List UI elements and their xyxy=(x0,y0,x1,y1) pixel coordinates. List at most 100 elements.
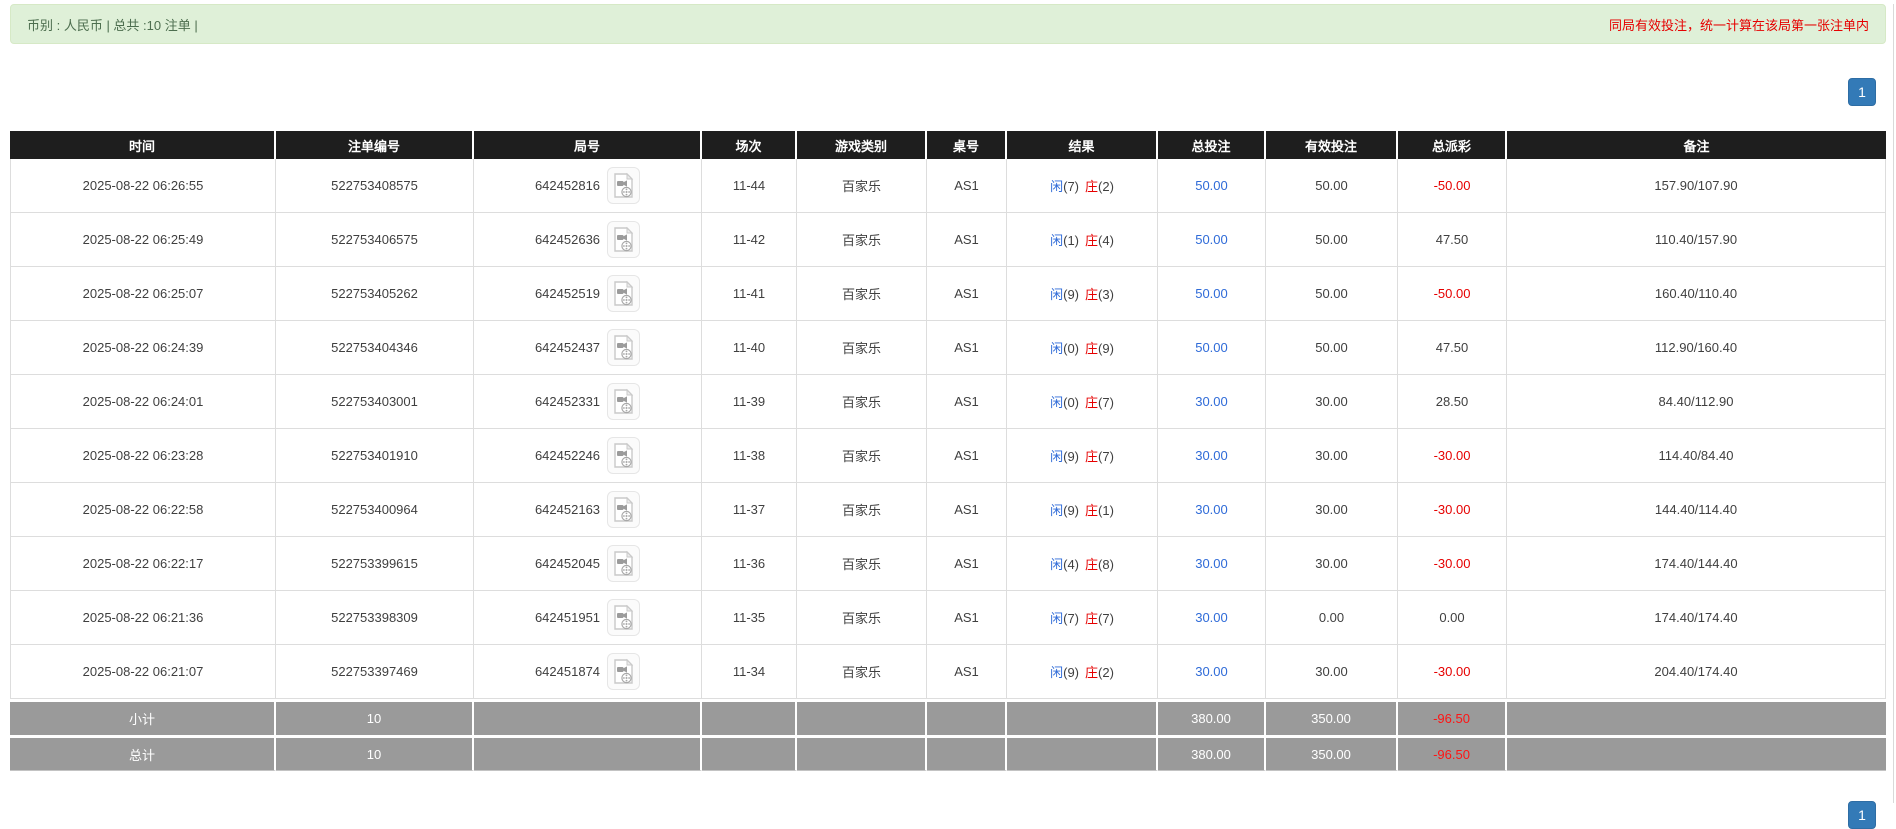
table-row: 2025-08-22 06:24:01 522753403001 6424523… xyxy=(10,375,1886,429)
valid-bet-amount: 30.00 xyxy=(1315,448,1348,463)
table-number: AS1 xyxy=(954,664,979,679)
cell-table-no: AS1 xyxy=(927,267,1007,321)
video-replay-button[interactable] xyxy=(607,545,640,582)
cell-total-bet: 30.00 xyxy=(1158,537,1266,591)
total-cell: 10 xyxy=(276,735,474,771)
table-number: AS1 xyxy=(954,340,979,355)
column-header: 局号 xyxy=(474,131,702,159)
cell-payout: -30.00 xyxy=(1398,645,1507,699)
remark-text: 174.40/144.40 xyxy=(1654,556,1737,571)
cell-time: 2025-08-22 06:21:36 xyxy=(10,591,276,645)
result-banker-label: 庄 xyxy=(1085,287,1098,302)
bet-time: 2025-08-22 06:24:01 xyxy=(83,394,204,409)
cell-table-no: AS1 xyxy=(927,591,1007,645)
cell-round-no: 642452045 xyxy=(474,537,702,591)
video-replay-button[interactable] xyxy=(607,329,640,366)
round-number: 642452246 xyxy=(535,448,600,463)
total-bet-link[interactable]: 30.00 xyxy=(1195,664,1228,679)
result-banker-label: 庄 xyxy=(1085,503,1098,518)
payout-amount: -50.00 xyxy=(1434,178,1471,193)
total-bet-link[interactable]: 30.00 xyxy=(1195,448,1228,463)
video-replay-button[interactable] xyxy=(607,167,640,204)
valid-bet-amount: 50.00 xyxy=(1315,232,1348,247)
cell-total-bet: 30.00 xyxy=(1158,483,1266,537)
bet-id: 522753403001 xyxy=(331,394,418,409)
session-number: 11-34 xyxy=(733,664,765,679)
video-replay-button[interactable] xyxy=(607,653,640,690)
result-banker-value: (4) xyxy=(1098,233,1114,248)
total-bet-link[interactable]: 50.00 xyxy=(1195,340,1228,355)
remark-text: 144.40/114.40 xyxy=(1655,502,1737,517)
cell-bet-id: 522753399615 xyxy=(276,537,474,591)
result-banker-label: 庄 xyxy=(1085,179,1098,194)
result-player-value: (1) xyxy=(1063,233,1079,248)
cell-session: 11-34 xyxy=(702,645,797,699)
table-row: 2025-08-22 06:21:36 522753398309 6424519… xyxy=(10,591,1886,645)
column-header: 备注 xyxy=(1507,131,1886,159)
page-button-1-bottom[interactable]: 1 xyxy=(1848,801,1876,829)
result-banker-value: (8) xyxy=(1098,557,1114,572)
table-number: AS1 xyxy=(954,502,979,517)
video-replay-button[interactable] xyxy=(607,599,640,636)
video-replay-icon xyxy=(610,170,637,201)
game-type: 百家乐 xyxy=(842,395,881,410)
cell-session: 11-38 xyxy=(702,429,797,483)
total-bet-link[interactable]: 30.00 xyxy=(1195,556,1228,571)
total-cell: 350.00 xyxy=(1266,735,1398,771)
cell-remark: 144.40/114.40 xyxy=(1507,483,1886,537)
video-replay-button[interactable] xyxy=(607,437,640,474)
cell-bet-id: 522753404346 xyxy=(276,321,474,375)
total-bet-link[interactable]: 50.00 xyxy=(1195,286,1228,301)
subtotal-cell: 350.00 xyxy=(1266,699,1398,735)
result-banker-value: (7) xyxy=(1098,611,1114,626)
bets-table: 时间注单编号局号场次游戏类别桌号结果总投注有效投注总派彩备注 2025-08-2… xyxy=(10,131,1886,771)
video-replay-button[interactable] xyxy=(607,491,640,528)
total-bet-link[interactable]: 30.00 xyxy=(1195,394,1228,409)
bet-id: 522753399615 xyxy=(331,556,418,571)
total-cell xyxy=(1007,735,1158,771)
video-replay-button[interactable] xyxy=(607,221,640,258)
bet-time: 2025-08-22 06:21:07 xyxy=(83,664,204,679)
session-number: 11-42 xyxy=(733,232,765,247)
subtotal-cell: -96.50 xyxy=(1398,699,1507,735)
bet-id: 522753404346 xyxy=(331,340,418,355)
cell-total-bet: 50.00 xyxy=(1158,159,1266,213)
result-banker-label: 庄 xyxy=(1085,665,1098,680)
bet-id: 522753398309 xyxy=(331,610,418,625)
cell-game-type: 百家乐 xyxy=(797,645,927,699)
column-header: 注单编号 xyxy=(276,131,474,159)
cell-result: 闲(1)庄(4) xyxy=(1007,213,1158,267)
bet-time: 2025-08-22 06:22:17 xyxy=(83,556,204,571)
cell-session: 11-39 xyxy=(702,375,797,429)
cell-time: 2025-08-22 06:23:28 xyxy=(10,429,276,483)
valid-bet-amount: 0.00 xyxy=(1319,610,1344,625)
subtotal-cell: 10 xyxy=(276,699,474,735)
cell-result: 闲(0)庄(9) xyxy=(1007,321,1158,375)
cell-remark: 157.90/107.90 xyxy=(1507,159,1886,213)
cell-time: 2025-08-22 06:25:07 xyxy=(10,267,276,321)
video-replay-button[interactable] xyxy=(607,275,640,312)
video-replay-button[interactable] xyxy=(607,383,640,420)
valid-bet-amount: 30.00 xyxy=(1315,394,1348,409)
result-player-value: (4) xyxy=(1063,557,1079,572)
result-player-value: (9) xyxy=(1063,665,1079,680)
column-header: 总派彩 xyxy=(1398,131,1507,159)
cell-total-bet: 50.00 xyxy=(1158,321,1266,375)
total-bet-link[interactable]: 50.00 xyxy=(1195,232,1228,247)
result-banker-label: 庄 xyxy=(1085,449,1098,464)
session-number: 11-36 xyxy=(733,556,765,571)
total-bet-link[interactable]: 30.00 xyxy=(1195,610,1228,625)
bet-id: 522753406575 xyxy=(331,232,418,247)
cell-session: 11-36 xyxy=(702,537,797,591)
cell-valid-bet: 50.00 xyxy=(1266,267,1398,321)
cell-round-no: 642452636 xyxy=(474,213,702,267)
page-button-1[interactable]: 1 xyxy=(1848,78,1876,106)
total-bet-link[interactable]: 30.00 xyxy=(1195,502,1228,517)
game-type: 百家乐 xyxy=(842,611,881,626)
round-number: 642452045 xyxy=(535,556,600,571)
total-bet-link[interactable]: 50.00 xyxy=(1195,178,1228,193)
table-number: AS1 xyxy=(954,232,979,247)
cell-remark: 84.40/112.90 xyxy=(1507,375,1886,429)
result-player-label: 闲 xyxy=(1050,179,1063,194)
result-banker-label: 庄 xyxy=(1085,233,1098,248)
